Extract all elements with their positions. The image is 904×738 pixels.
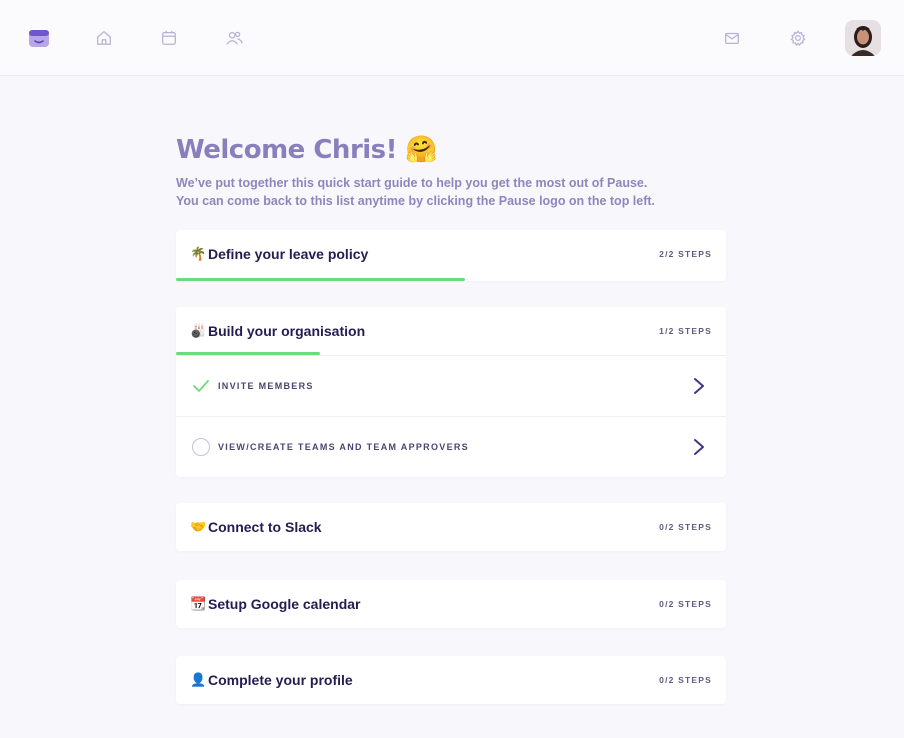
section-title: Connect to Slack [208, 519, 322, 535]
section-title: Setup Google calendar [208, 596, 361, 612]
bowling-icon: 🎳 [190, 323, 207, 338]
chevron-right-icon[interactable] [692, 437, 706, 457]
task-invite-members[interactable]: INVITE MEMBERS [176, 355, 726, 416]
top-navigation-bar [0, 0, 904, 76]
section-title: Define your leave policy [208, 246, 369, 262]
avatar[interactable] [845, 20, 881, 56]
steps-counter: 2/2 STEPS [659, 249, 712, 259]
people-icon[interactable] [224, 28, 244, 48]
section-card-slack[interactable]: 🤝 Connect to Slack 0/2 STEPS [176, 503, 726, 551]
welcome-title: Welcome Chris! [176, 135, 398, 165]
section-title: Complete your profile [208, 672, 353, 688]
progress-bar [176, 278, 726, 281]
mail-icon[interactable] [722, 28, 742, 48]
hugging-face-emoji: 🤗 [405, 135, 437, 165]
user-silhouette-icon: 👤 [190, 672, 207, 687]
palm-tree-icon: 🌴 [190, 246, 207, 261]
handshake-icon: 🤝 [190, 519, 207, 534]
section-title: Build your organisation [208, 323, 366, 339]
progress-fill [176, 278, 465, 281]
section-card-profile[interactable]: 👤 Complete your profile 0/2 STEPS [176, 656, 726, 704]
section-card-organisation[interactable]: 🎳 Build your organisation 1/2 STEPS INVI… [176, 307, 726, 477]
task-label: INVITE MEMBERS [218, 381, 314, 391]
welcome-section: Welcome Chris! 🤗 We’ve put together this… [176, 130, 726, 210]
pause-logo-icon[interactable] [28, 27, 50, 49]
task-label: VIEW/CREATE TEAMS AND TEAM APPROVERS [218, 442, 469, 452]
task-view-create-teams[interactable]: VIEW/CREATE TEAMS AND TEAM APPROVERS [176, 416, 726, 477]
calendar-icon[interactable] [159, 28, 179, 48]
checkmark-icon [192, 377, 210, 395]
chevron-right-icon[interactable] [692, 376, 706, 396]
empty-circle-icon[interactable] [192, 438, 210, 456]
steps-counter: 0/2 STEPS [659, 675, 712, 685]
section-card-leave-policy[interactable]: 🌴 Define your leave policy 2/2 STEPS [176, 230, 726, 281]
steps-counter: 0/2 STEPS [659, 522, 712, 532]
section-card-google-calendar[interactable]: 📆 Setup Google calendar 0/2 STEPS [176, 580, 726, 628]
steps-counter: 1/2 STEPS [659, 326, 712, 336]
page-title: Welcome Chris! 🤗 [176, 130, 726, 170]
gear-icon[interactable] [788, 28, 808, 48]
home-icon[interactable] [94, 28, 114, 48]
intro-text: We’ve put together this quick start guid… [176, 174, 726, 210]
intro-line-1: We’ve put together this quick start guid… [176, 176, 648, 190]
intro-line-2: You can come back to this list anytime b… [176, 194, 656, 208]
steps-counter: 0/2 STEPS [659, 599, 712, 609]
calendar-emoji-icon: 📆 [190, 596, 207, 611]
